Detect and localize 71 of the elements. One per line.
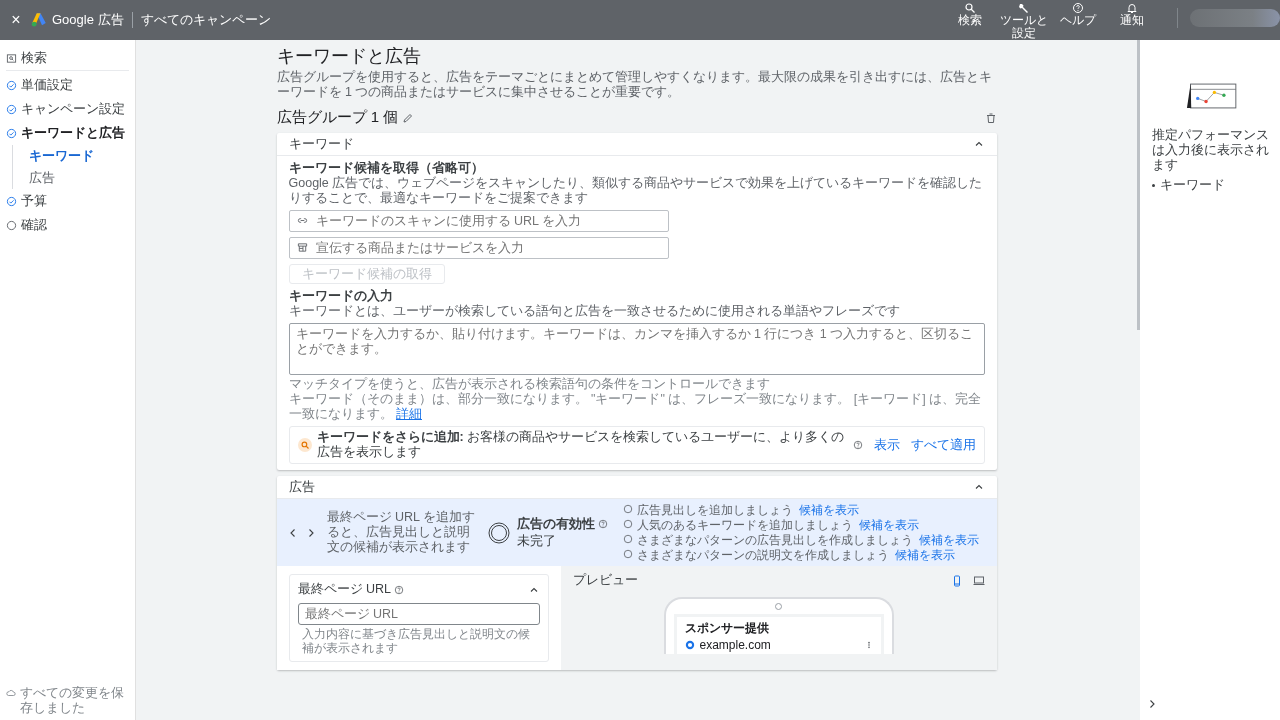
help-icon	[852, 440, 863, 450]
ad-strength-ring-icon	[486, 520, 511, 545]
search-icon	[964, 2, 976, 14]
helper-text: 入力内容に基づき広告見出しと説明文の候補が表示されます	[300, 626, 531, 655]
list-item: キーワード	[1160, 177, 1225, 194]
final-url-title: 最終ページ URL	[297, 581, 391, 598]
help-icon	[597, 519, 608, 529]
preview-title: プレビュー	[572, 572, 638, 589]
search-button[interactable]: 検索	[945, 2, 995, 27]
final-url-field[interactable]: 最終ページ URL	[297, 603, 540, 625]
trash-icon[interactable]	[984, 111, 997, 124]
help-button[interactable]: ヘルプ	[1053, 2, 1103, 27]
ad-group-title: 広告グループ 1 個	[276, 108, 399, 127]
match-type-hint: マッチタイプを使うと、広告が表示される検索語句の条件をコントロールできます	[288, 377, 771, 392]
input-field[interactable]: 宣伝する商品またはサービスを入力	[288, 237, 669, 259]
search-icon	[6, 52, 17, 64]
show-suggestions-link[interactable]: 候補を表示	[798, 503, 859, 517]
sidebar-subitem[interactable]: キーワード	[29, 145, 129, 167]
search-icon	[297, 438, 312, 452]
scrollbar[interactable]	[1137, 40, 1140, 330]
google-ads-logo-icon	[30, 11, 48, 29]
tip-text: 広告見出しを追加しましょう	[636, 503, 793, 517]
cloud-icon	[6, 688, 16, 698]
sponsored-label: スポンサー提供	[684, 620, 770, 637]
help-icon	[1072, 2, 1084, 14]
tools-button[interactable]: ツールと設定	[999, 2, 1049, 40]
bell-button[interactable]: 通知	[1107, 2, 1157, 27]
sidebar-subitem[interactable]: 広告	[29, 167, 129, 189]
bell-icon	[1126, 2, 1138, 14]
globe-icon	[684, 640, 695, 650]
tip-text: 人気のあるキーワードを追加しましょう	[636, 518, 853, 532]
show-suggestions-link[interactable]: 候補を表示	[894, 548, 955, 562]
sidebar-item[interactable]: 単価設定	[6, 73, 129, 97]
show-link[interactable]: 表示	[873, 436, 900, 454]
ad-strength-value: 未完了	[516, 532, 557, 550]
breadcrumb-link[interactable]: すべてのキャンペーン	[140, 11, 271, 29]
section-title: キーワード候補を取得（省略可）	[288, 161, 485, 176]
sidebar-item[interactable]: 予算	[6, 189, 129, 213]
apply-all-link[interactable]: すべて適用	[910, 436, 976, 454]
tip-text: さまざまなパターンの説明文を作成しましょう	[636, 548, 889, 562]
close-button[interactable]: ×	[8, 12, 24, 28]
section-description: Google 広告では、ウェブページをスキャンしたり、類似する商品やサービスで効果を上げているキーワードを確認したりすることで、最適なキーワードをご提案できます	[288, 176, 984, 206]
keywords-textarea[interactable]: キーワードを入力するか、貼り付けます。キーワードは、カンマを挿入するか 1 行につき 1 つ入力すると、区切ることができます。	[288, 323, 985, 375]
link-icon	[296, 215, 308, 226]
panel-message: 推定パフォーマンスは入力後に表示されます	[1152, 128, 1270, 173]
sidebar-item[interactable]: 検索	[6, 46, 129, 71]
product-name: Google 広告	[52, 12, 133, 28]
section-description: キーワードとは、ユーザーが検索している語句と広告を一致させるために使用される単語やフレーズです	[288, 304, 901, 319]
page-description: 広告グループを使用すると、広告をテーマごとにまとめて管理しやすくなります。最大限の成果を引き出すには、広告とキーワードを 1 つの商品またはサービスに集中させることが重要です。	[276, 70, 993, 100]
bullet-icon	[1152, 184, 1155, 187]
panel-header[interactable]: キーワード	[276, 133, 997, 156]
details-link[interactable]: 詳細	[396, 407, 422, 421]
show-suggestions-link[interactable]: 候補を表示	[858, 518, 919, 532]
sidebar-item[interactable]: キーワードと広告	[6, 121, 129, 145]
sidebar-item[interactable]: キャンペーン設定	[6, 97, 129, 121]
tip-text: さまざまなパターンの広告見出しを作成しましょう	[636, 533, 913, 547]
storefront-icon	[296, 242, 308, 253]
show-suggestions-link[interactable]: 候補を表示	[918, 533, 979, 547]
input-field[interactable]: キーワードのスキャンに使用する URL を入力	[288, 210, 669, 232]
section-title: キーワードの入力	[288, 289, 394, 304]
page-title: キーワードと広告	[276, 45, 422, 68]
sidebar-item[interactable]: 確認	[6, 213, 129, 237]
wrench-icon	[1018, 2, 1030, 14]
banner-message: 最終ページ URL を追加すると、広告見出しと説明文の候補が表示されます	[326, 510, 476, 555]
suggestion-text: キーワードをさらに追加: お客様の商品やサービスを検索しているユーザーに、より多くの広告を表示します	[316, 430, 846, 460]
laptop-icon[interactable]	[972, 574, 985, 587]
match-type-note: キーワード（そのまま）は、部分一致になります。 "キーワード" は、フレーズ一致になります。 [キーワード] は、完全一致になります。 詳細	[288, 392, 983, 422]
ad-strength-label: 広告の有効性	[516, 515, 595, 533]
domain-text: example.com	[699, 638, 772, 652]
save-status: すべての変更を保存しました	[20, 686, 125, 716]
help-icon	[394, 584, 404, 595]
